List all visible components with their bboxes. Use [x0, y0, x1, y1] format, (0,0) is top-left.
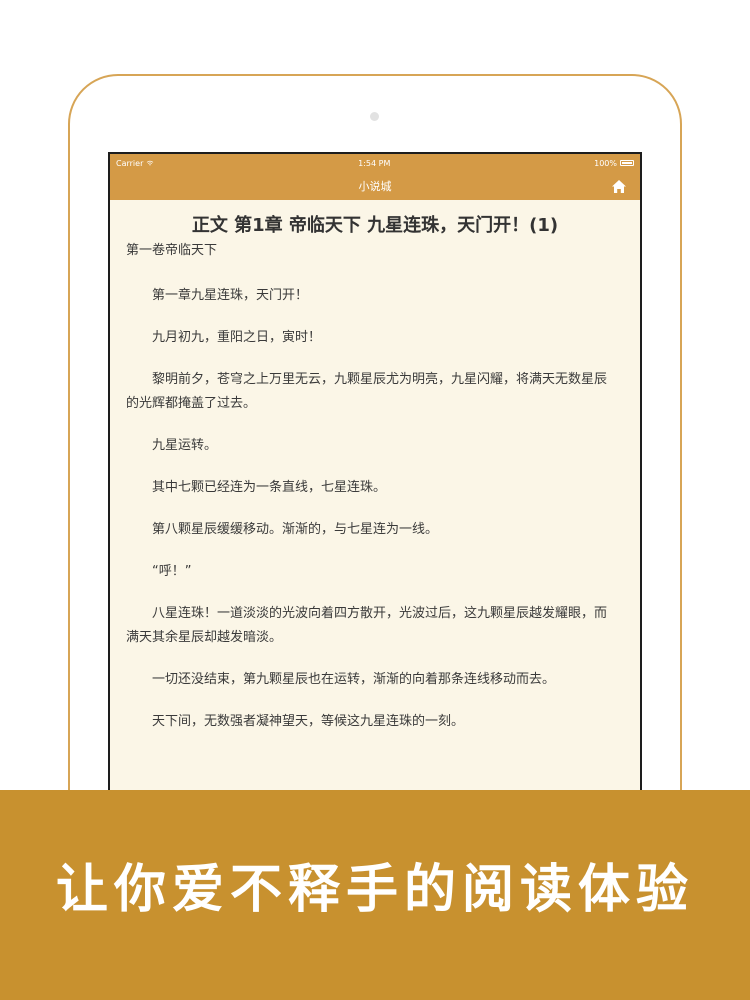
- home-button[interactable]: [610, 177, 628, 195]
- paragraph: 第八颗星辰缓缓移动。渐渐的，与七星连为一线。: [152, 522, 439, 537]
- home-icon: [612, 179, 626, 193]
- status-right: 100%: [594, 159, 634, 168]
- paragraph: 一切还没结束，第九颗星辰也在运转，渐渐的向着那条连线移动而去。: [152, 672, 556, 687]
- paragraph: 九月初九，重阳之日，寅时！: [152, 330, 322, 345]
- device-screen: Carrier 1:54 PM 100% 小说城 正文 第1章 帝临天下 九星连…: [108, 152, 642, 800]
- battery-icon: [620, 160, 634, 166]
- carrier-label: Carrier: [116, 158, 144, 168]
- status-left: Carrier: [116, 159, 154, 168]
- battery-percent: 100%: [594, 158, 617, 168]
- nav-title: 小说城: [358, 180, 392, 193]
- banner-slogan: 让你爱不释手的阅读体验: [55, 858, 694, 920]
- chapter-title: 正文 第1章 帝临天下 九星连珠，天门开！(1): [191, 215, 559, 236]
- paragraph: 其中七颗已经连为一条直线，七星连珠。: [152, 480, 387, 495]
- volume-title: 第一卷帝临天下: [126, 243, 218, 258]
- paragraph: 天下间，无数强者凝神望天，等候这九星连珠的一刻。: [152, 714, 465, 729]
- nav-bar: 小说城: [110, 172, 640, 200]
- paragraph: 第一章九星连珠，天门开！: [152, 288, 309, 303]
- wifi-icon: [147, 160, 154, 166]
- status-time: 1:54 PM: [358, 158, 391, 168]
- promo-banner: 让你爱不释手的阅读体验: [0, 790, 750, 1000]
- paragraph: 九星运转。: [152, 438, 218, 453]
- status-bar: Carrier 1:54 PM 100%: [110, 154, 640, 172]
- reader-content[interactable]: 正文 第1章 帝临天下 九星连珠，天门开！(1) 第一卷帝临天下 第一章九星连珠…: [110, 200, 640, 800]
- paragraph: 八星连珠！一道淡淡的光波向着四方散开，光波过后，这九颗星辰越发耀眼，而满天其余星…: [126, 606, 608, 645]
- camera-dot: [370, 112, 379, 121]
- paragraph: “呼！”: [152, 564, 192, 579]
- paragraph: 黎明前夕，苍穹之上万里无云，九颗星辰尤为明亮，九星闪耀，将满天无数星辰的光辉都掩…: [126, 372, 608, 411]
